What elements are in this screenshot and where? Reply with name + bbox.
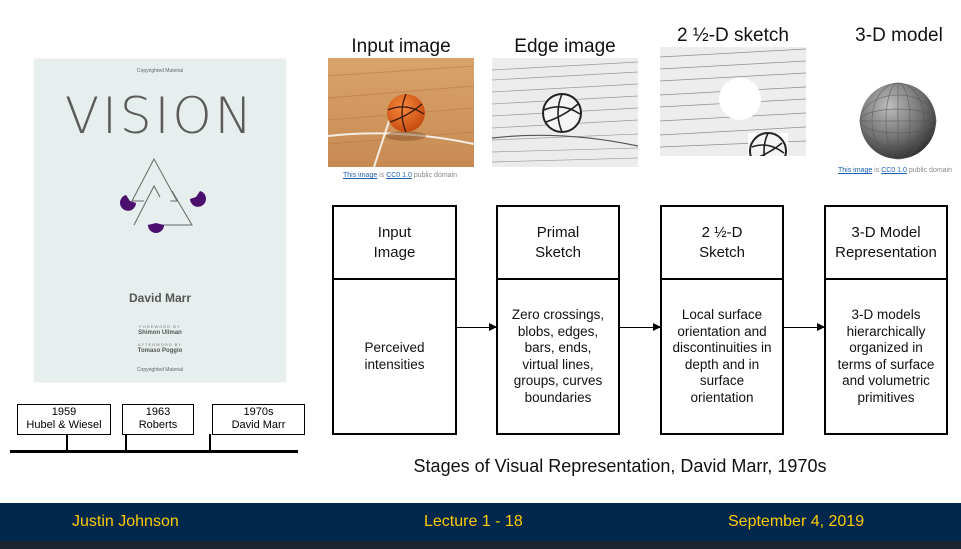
sketch-image-label: 2 ½-D sketch [677, 25, 789, 46]
stage-3d-model: 3-D Model Representation 3-D models hier… [824, 205, 948, 435]
edge-image-label: Edge image [514, 36, 616, 57]
credit-text-is: is [872, 167, 882, 174]
timeline-item: 1959 Hubel & Wiesel [17, 404, 111, 435]
input-image-label: Input image [351, 36, 451, 57]
image-credit: This image is CC0 1.0 public domain [838, 167, 952, 174]
afterword-label: AFTERWORD BY [137, 342, 183, 347]
stage-description: Zero crossings, blobs, edges, bars, ends… [511, 307, 605, 405]
sketch-image [660, 47, 806, 156]
credit-text: public domain [906, 167, 953, 174]
figure-caption: Stages of Visual Representation, David M… [413, 456, 827, 476]
timeline-label: David Marr [231, 419, 286, 431]
arrow-right-icon [784, 323, 825, 331]
arrow-right-icon [457, 323, 497, 331]
kanizsa-triangle-figure [120, 157, 206, 233]
stage-heading: 2 ½-D Sketch [662, 207, 782, 280]
stage-heading: 3-D Model Representation [826, 207, 946, 280]
edge-image [492, 58, 638, 167]
afterword-name: Tomaso Poggio [137, 348, 183, 354]
slide-footer: Justin Johnson Lecture 1 - 18 September … [0, 503, 961, 541]
credit-license-link[interactable]: CC0 1.0 [386, 172, 412, 179]
credit-link[interactable]: This image [838, 167, 872, 174]
timeline-item: 1970s David Marr [212, 404, 305, 435]
stage-primal-sketch: Primal Sketch Zero crossings, blobs, edg… [496, 205, 620, 435]
stage-input-image: Input Image Perceived intensities [332, 205, 457, 435]
sphere-model [859, 82, 937, 160]
footer-lecture: Lecture 1 - 18 [424, 513, 523, 530]
timeline-tick [125, 434, 127, 450]
footer-date: September 4, 2019 [728, 513, 865, 530]
stage-heading: Input Image [334, 207, 455, 280]
timeline-year: 1959 [51, 406, 77, 418]
credit-text: public domain [411, 172, 458, 179]
arrow-right-icon [620, 323, 661, 331]
book-author: David Marr [128, 291, 192, 305]
footer-presenter: Justin Johnson [72, 513, 179, 530]
foreword-name: Shimon Ullman [138, 330, 182, 336]
stage-description: 3-D models hierarchically organized in t… [837, 307, 935, 405]
model-image-label: 3-D model [855, 25, 943, 46]
book-title: VISION [64, 87, 256, 145]
timeline-tick [209, 434, 211, 450]
timeline-label: Hubel & Wiesel [26, 419, 102, 431]
timeline-tick [66, 434, 68, 450]
image-credit: This image is CC0 1.0 public domain [343, 172, 457, 179]
credit-text-is: is [377, 172, 387, 179]
timeline-axis [10, 450, 298, 453]
timeline-year: 1970s [243, 406, 274, 418]
stage-description: Perceived intensities [364, 340, 425, 372]
footer-bottom-bar [0, 541, 961, 549]
book-cover: Copyrighted Material VISION David Marr F… [34, 59, 286, 382]
credit-link[interactable]: This image [343, 172, 377, 179]
stage-2-5d-sketch: 2 ½-D Sketch Local surface orientation a… [660, 205, 784, 435]
basketball-photo [328, 58, 474, 167]
book-copyright-bottom: Copyrighted Material [136, 367, 184, 373]
timeline-item: 1963 Roberts [122, 404, 194, 435]
stage-heading: Primal Sketch [498, 207, 618, 280]
timeline-label: Roberts [138, 419, 178, 431]
timeline-year: 1963 [145, 406, 171, 418]
credit-license-link[interactable]: CC0 1.0 [881, 167, 907, 174]
book-copyright-top: Copyrighted Material [136, 68, 184, 74]
stage-description: Local surface orientation and discontinu… [672, 307, 772, 405]
foreword-label: FOREWORD BY [139, 324, 181, 329]
